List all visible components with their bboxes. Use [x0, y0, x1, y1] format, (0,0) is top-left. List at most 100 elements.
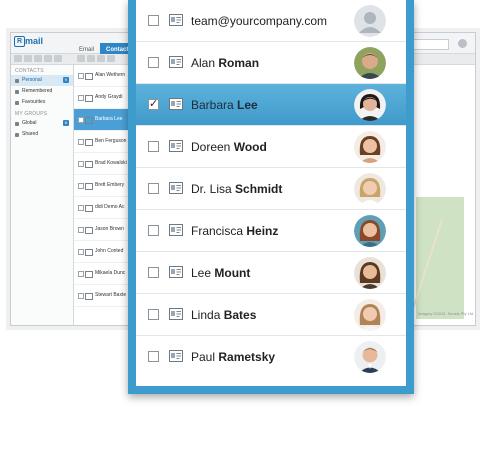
logo-mark: R — [14, 36, 25, 48]
delete-icon[interactable] — [87, 55, 95, 62]
checkbox[interactable] — [78, 95, 84, 101]
contact-name: Brett Embery — [95, 182, 125, 188]
map-view[interactable] — [407, 197, 464, 325]
contact-first-name: Linda — [191, 308, 221, 322]
contact-last-name: Heinz — [246, 224, 279, 238]
contact-row-team[interactable]: team@yourcompany.com — [136, 0, 406, 42]
contact-checkbox[interactable] — [148, 309, 159, 320]
avatar — [354, 215, 386, 247]
vcard-icon — [85, 73, 93, 80]
contact-checkbox[interactable] — [148, 183, 159, 194]
contacts-section-title: CONTACTS — [15, 68, 44, 74]
contact-picker-popup: team@yourcompany.com Alan Roman ✓ Barbar… — [128, 0, 414, 394]
sidebar-item-global[interactable]: Global 8 — [11, 118, 73, 129]
person-icon — [15, 79, 19, 83]
contact-first-name: Doreen — [191, 140, 231, 154]
contact-checkbox[interactable] — [148, 15, 159, 26]
vcard-icon — [169, 182, 183, 194]
export-icon[interactable] — [34, 55, 42, 62]
contact-checkbox[interactable] — [148, 225, 159, 236]
more-icon[interactable] — [54, 55, 62, 62]
contact-row-paul-rametsky[interactable]: Paul Rametsky — [136, 336, 406, 378]
avatar — [354, 89, 386, 121]
contact-row-francisca-heinz[interactable]: Francisca Heinz — [136, 210, 406, 252]
checkbox[interactable] — [78, 249, 84, 255]
checkbox[interactable] — [78, 205, 84, 211]
contact-last-name: Rametsky — [218, 350, 276, 364]
contact-name: Doreen Wood — [191, 126, 267, 168]
app-logo: Rmail — [14, 36, 44, 48]
map-credit: Imagery ©2012, Sensis Pty Ltd — [418, 311, 474, 316]
contact-row-alan-roman[interactable]: Alan Roman — [136, 42, 406, 84]
vcard-icon — [85, 183, 93, 190]
contact-name: Stewart Baxte — [95, 292, 127, 298]
vcard-icon — [169, 140, 183, 152]
import-icon[interactable] — [24, 55, 32, 62]
contact-last-name: Schmidt — [235, 182, 283, 196]
contact-first-name: team@yourcompany.com — [191, 14, 328, 28]
contact-first-name: Barbara — [191, 98, 234, 112]
vcard-icon — [169, 308, 183, 320]
groups-section-title: MY GROUPS — [15, 111, 48, 117]
avatar — [354, 257, 386, 289]
sidebar-item-remembered[interactable]: Remembered — [11, 86, 73, 97]
vcard-icon — [85, 205, 93, 212]
globe-icon — [15, 122, 19, 126]
add-contact-icon[interactable] — [14, 55, 22, 62]
user-avatar-icon[interactable] — [458, 39, 467, 48]
contact-last-name: Lee — [237, 98, 258, 112]
contact-row-doreen-wood[interactable]: Doreen Wood — [136, 126, 406, 168]
contact-detail-pane: Imagery ©2012, Sensis Pty Ltd — [407, 65, 475, 325]
contact-name: Alan Wethern — [95, 72, 126, 78]
checkbox[interactable] — [78, 161, 84, 167]
contact-row-linda-bates[interactable]: Linda Bates — [136, 294, 406, 336]
contact-checkbox[interactable] — [148, 57, 159, 68]
contact-row-barbara-lee[interactable]: ✓ Barbara Lee — [136, 84, 406, 126]
sidebar-item-label: Personal — [22, 77, 42, 83]
contact-first-name: Lee — [191, 266, 212, 280]
contact-last-name: Mount — [214, 266, 251, 280]
vcard-icon — [85, 117, 93, 124]
checkbox[interactable] — [78, 139, 84, 145]
contact-first-name: Francisca — [191, 224, 244, 238]
vcard-icon — [85, 293, 93, 300]
contact-name: Jason Brown — [95, 226, 124, 232]
settings-icon[interactable] — [44, 55, 52, 62]
contact-checkbox[interactable] — [148, 141, 159, 152]
checkbox[interactable] — [78, 117, 84, 123]
checkbox[interactable] — [78, 293, 84, 299]
contact-row-lee-mount[interactable]: Lee Mount — [136, 252, 406, 294]
refresh-icon[interactable] — [107, 55, 115, 62]
sidebar-item-favourites[interactable]: Favourites — [11, 97, 73, 108]
contact-checkbox-checked[interactable]: ✓ — [148, 99, 159, 110]
checkbox[interactable] — [78, 73, 84, 79]
contact-name: Alan Roman — [191, 42, 259, 84]
contact-row-lisa-schmidt[interactable]: Dr. Lisa Schmidt — [136, 168, 406, 210]
sidebar-item-shared[interactable]: Shared — [11, 129, 73, 140]
share-icon — [15, 133, 19, 137]
logo-text: mail — [25, 36, 44, 46]
contact-first-name: Alan — [191, 56, 216, 70]
contact-name: Francisca Heinz — [191, 210, 278, 252]
avatar-placeholder-icon — [354, 5, 386, 37]
checkbox[interactable] — [78, 183, 84, 189]
checkbox[interactable] — [78, 227, 84, 233]
contact-checkbox[interactable] — [148, 267, 159, 278]
avatar — [354, 173, 386, 205]
contact-name: Linda Bates — [191, 294, 256, 336]
contact-last-name: Bates — [223, 308, 257, 322]
checkbox[interactable] — [78, 271, 84, 277]
vcard-icon — [85, 271, 93, 278]
edit-icon[interactable] — [77, 55, 85, 62]
vcard-icon — [169, 56, 183, 68]
avatar — [354, 341, 386, 373]
vcard-icon — [85, 139, 93, 146]
vcard-icon — [169, 266, 183, 278]
upload-icon[interactable] — [97, 55, 105, 62]
vcard-icon — [169, 14, 183, 26]
avatar — [354, 131, 386, 163]
contact-checkbox[interactable] — [148, 351, 159, 362]
sidebar-item-personal[interactable]: Personal 9 — [11, 75, 73, 86]
count-badge: 9 — [62, 77, 69, 83]
contact-name: team@yourcompany.com — [191, 0, 327, 42]
